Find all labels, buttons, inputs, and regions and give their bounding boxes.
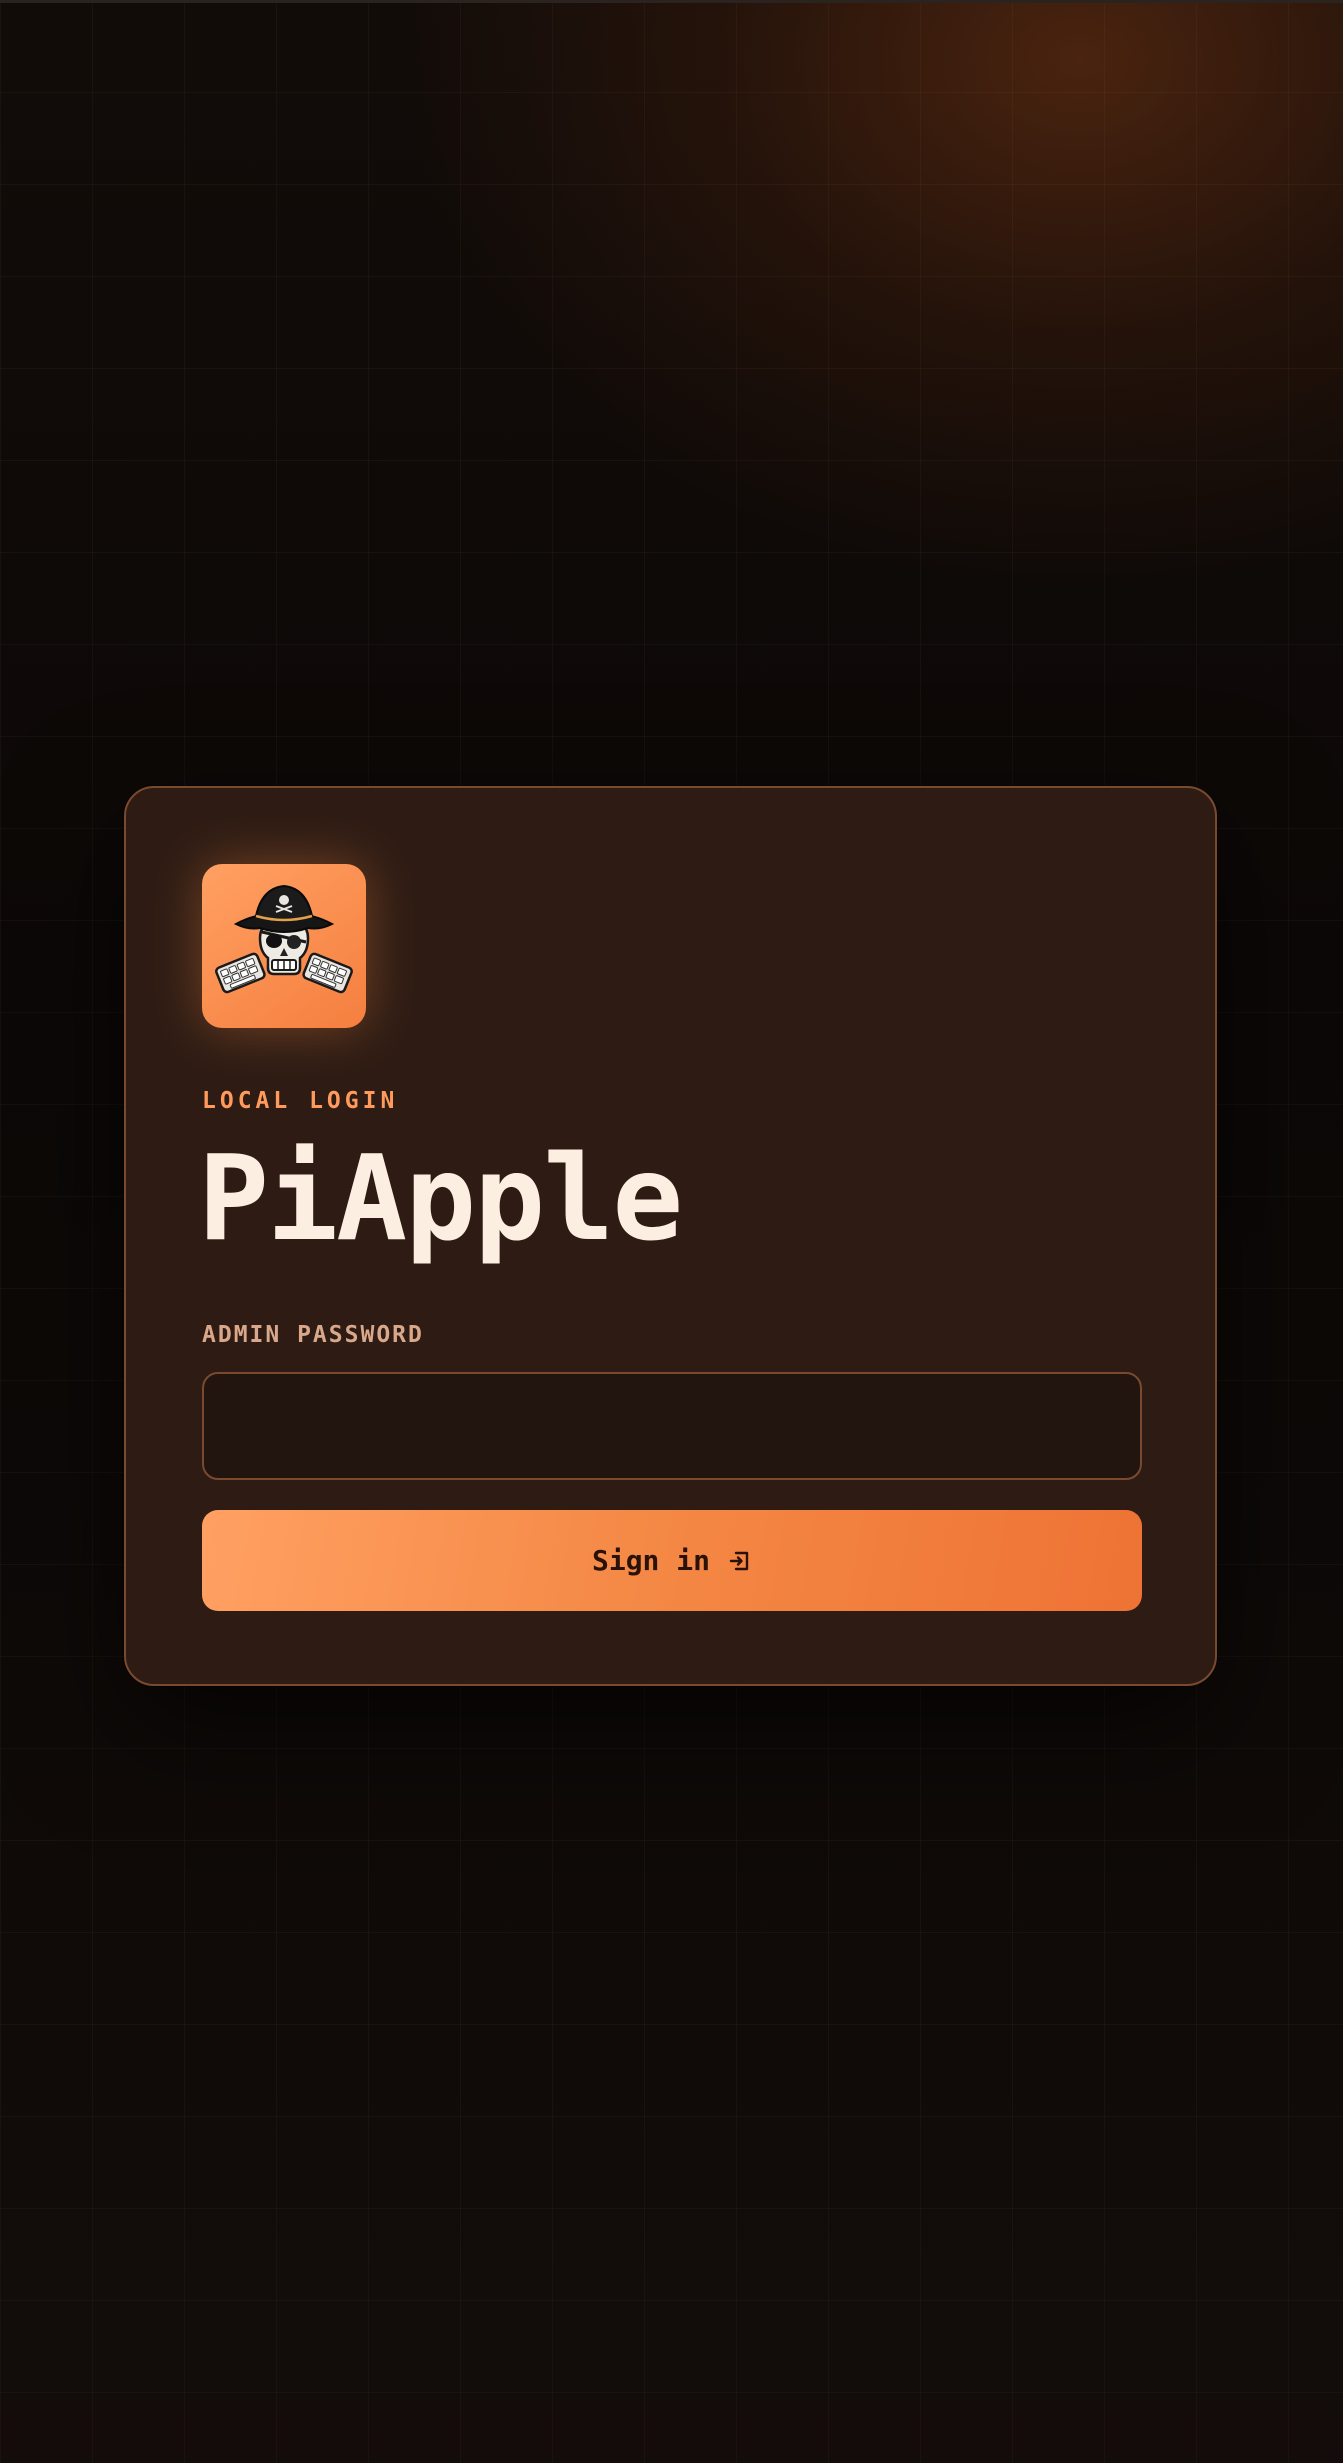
- app-logo: [202, 864, 366, 1028]
- sign-in-icon: [729, 1551, 749, 1570]
- sign-in-button[interactable]: Sign in: [202, 1510, 1142, 1611]
- eyebrow-label: LOCAL LOGIN: [202, 1088, 399, 1114]
- app-title: PiApple: [198, 1129, 683, 1267]
- login-card: LOCAL LOGIN PiApple ADMIN PASSWORD Sign …: [124, 786, 1217, 1686]
- password-input[interactable]: [202, 1372, 1142, 1480]
- password-label: ADMIN PASSWORD: [202, 1322, 424, 1348]
- pirate-skull-icon: [215, 884, 353, 994]
- top-edge: [0, 0, 1343, 3]
- sign-in-label: Sign in: [591, 1544, 710, 1577]
